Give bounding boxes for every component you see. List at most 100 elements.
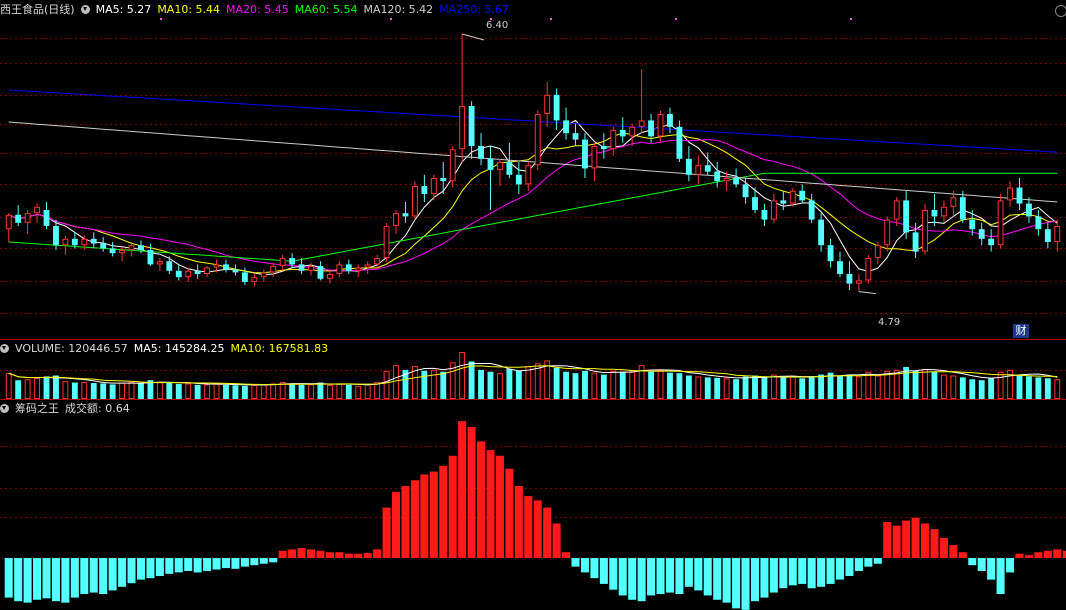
indicator-bar-negative [269, 558, 278, 563]
indicator-bar-negative [741, 558, 750, 610]
volume-bar-down [487, 371, 494, 399]
volume-dropdown-icon[interactable] [0, 344, 9, 353]
candle-body-down [478, 146, 484, 159]
indicator-bar-positive [363, 552, 372, 558]
candle-body-down [15, 214, 22, 223]
indicator-bar-positive [410, 480, 419, 558]
indicator-bar-negative [618, 558, 627, 596]
ma-dropdown-icon[interactable] [80, 5, 90, 14]
indicator-bar-positive [562, 552, 571, 558]
volume-bar-down [515, 370, 522, 399]
volume-bar-down [440, 371, 447, 399]
indicator-bar-negative [987, 558, 996, 580]
indicator-bar-negative [70, 558, 79, 598]
candle-body-up [81, 238, 88, 246]
candle-body-up [638, 120, 645, 127]
volume-bar-up [893, 369, 900, 399]
indicator-bar-negative [684, 558, 693, 587]
indicator-bar-negative [694, 558, 703, 591]
volume-bar-down [90, 383, 97, 399]
indicator-header: 筹码之王 成交额: 0.64 [0, 401, 136, 417]
candle-body-down [978, 229, 985, 239]
candle-body-up [459, 106, 466, 150]
volume-bar-down [931, 371, 938, 399]
candle-body-down [685, 158, 692, 175]
indicator-bar-negative [637, 558, 646, 602]
ma250-label: MA250: 5.67 [439, 3, 509, 16]
candle-body-down [440, 178, 447, 182]
volume-bar-down [478, 369, 484, 399]
indicator-bar-positive [354, 553, 363, 558]
candle-body-up [525, 165, 532, 185]
indicator-bar-negative [231, 558, 240, 569]
volume-bar-down [289, 383, 296, 399]
candle-body-down [808, 200, 815, 220]
indicator-bar-negative [788, 558, 797, 586]
candle-body-up [260, 272, 267, 278]
candle-body-up [326, 274, 333, 279]
candle-body-down [147, 250, 154, 265]
volume-bar-up [185, 383, 192, 399]
volume-bar-up [657, 369, 664, 399]
indicator-name: 筹码之王 [15, 402, 59, 415]
low-price-label: 4.79 [878, 317, 901, 328]
volume-bar-down [317, 382, 324, 399]
indicator-bar-negative [845, 558, 854, 576]
indicator-bar-negative [807, 558, 816, 589]
candle-body-down [742, 184, 749, 198]
finance-badge[interactable]: 财 [1013, 324, 1029, 338]
volume-header: VOLUME: 120446.57 MA5: 145284.25 MA10: 167… [0, 341, 334, 357]
volume-bar-down [1044, 378, 1051, 399]
indicator-bar-negative [665, 558, 674, 593]
indicator-bar-positive [382, 507, 391, 558]
indicator-dropdown-icon[interactable] [0, 404, 9, 413]
stock-chart-canvas [0, 18, 1066, 610]
indicator-bar-negative [61, 558, 70, 603]
candle-body-down [345, 264, 352, 271]
indicator-value: 成交额: 0.64 [65, 402, 130, 415]
indicator-bar-positive [1053, 549, 1062, 558]
indicator-bar-positive [448, 455, 457, 558]
indicator-bar-positive [458, 421, 467, 558]
low-pointer [858, 291, 877, 295]
volume-bar-down [600, 374, 607, 399]
indicator-bars [4, 421, 1066, 610]
candle-body-down [714, 171, 721, 182]
candle-body-down [704, 165, 711, 172]
volume-bar-down [1016, 374, 1023, 399]
indicator-bar-positive [477, 441, 486, 558]
indicator-bar-negative [165, 558, 174, 574]
candle-body-up [893, 200, 900, 220]
volume-bar-down [978, 380, 985, 399]
candle-body-down [298, 264, 305, 271]
candle-body-down [43, 210, 50, 226]
candle-body-up [591, 146, 598, 169]
indicator-bar-positive [543, 507, 552, 558]
indicator-bar-positive [392, 491, 401, 558]
indicator-bar-negative [590, 558, 599, 579]
volume-bar-up [770, 374, 777, 399]
settings-circle-icon[interactable] [1055, 5, 1066, 17]
candle-body-up [629, 126, 636, 137]
candle-body-down [506, 162, 513, 175]
indicator-bar-negative [203, 558, 212, 571]
candle-body-up [393, 213, 399, 226]
indicator-bar-positive [401, 486, 410, 558]
indicator-bar-positive [316, 550, 325, 558]
volume-bar-down [648, 371, 655, 399]
volume-bar-down [676, 373, 683, 399]
volume-bar-up [922, 368, 928, 400]
top-marker [675, 18, 677, 20]
indicator-bar-negative [89, 558, 98, 593]
candle-body-down [959, 197, 966, 220]
volume-bar-up [128, 382, 135, 399]
candle-body-up [789, 190, 796, 204]
ma20-label: MA20: 5.45 [226, 3, 289, 16]
ma-line-250 [8, 89, 1058, 153]
volume-bar-up [874, 375, 881, 399]
volume-bar-down [685, 375, 692, 399]
indicator-bar-negative [580, 558, 589, 573]
candle-body-down [572, 133, 579, 140]
volume-bar-up [610, 370, 617, 399]
candle-body-up [62, 238, 69, 246]
